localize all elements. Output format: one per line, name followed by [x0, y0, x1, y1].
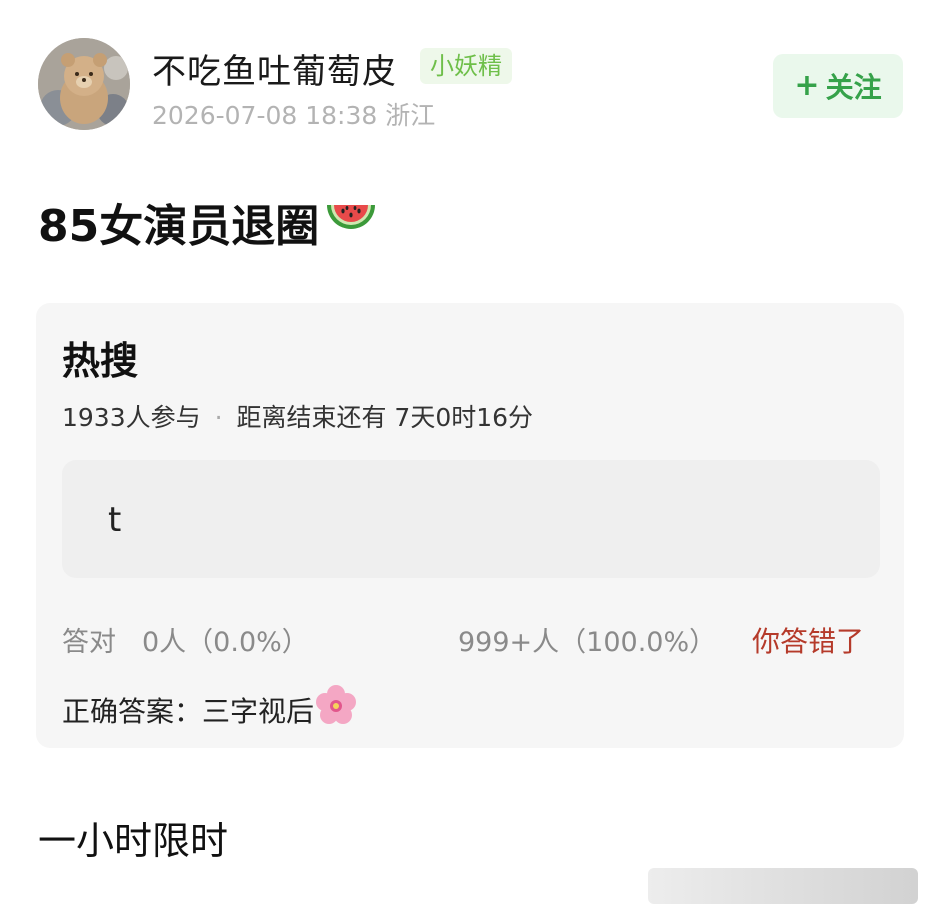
- post-body-text: 一小时限时: [38, 819, 229, 863]
- post-title: 85女演员退圈: [38, 190, 379, 254]
- post-title-text: 85女演员退圈: [38, 201, 320, 252]
- blurred-watermark: [648, 868, 918, 904]
- follow-label: 关注: [825, 71, 882, 104]
- quiz-time-left: 距离结束还有 7天0时16分: [236, 403, 534, 432]
- plus-icon: +: [794, 68, 820, 103]
- author-name[interactable]: 不吃鱼吐葡萄皮: [152, 44, 397, 93]
- answer-status: 你答错了: [752, 625, 865, 658]
- cherry-blossom-emoji: [314, 684, 358, 735]
- quiz-participants: 1933人参与: [62, 403, 201, 432]
- correct-answer-text: 正确答案：三字视后: [62, 694, 315, 728]
- author-badge: 小妖精: [420, 48, 512, 84]
- quiz-option-text: t: [108, 500, 122, 540]
- quiz-title: 热搜: [62, 339, 139, 383]
- correct-stat: 0人（0.0%）: [142, 627, 309, 658]
- avatar[interactable]: [38, 38, 130, 130]
- wrong-stat: 999+人（100.0%）: [458, 627, 717, 658]
- quiz-stats-separator: ·: [214, 403, 223, 432]
- follow-button[interactable]: + 关注: [773, 54, 903, 118]
- quiz-option[interactable]: [62, 460, 880, 578]
- result-label: 答对: [62, 627, 116, 658]
- correct-answer: 正确答案：三字视后: [62, 684, 358, 735]
- quiz-stats: 1933人参与 · 距离结束还有 7天0时16分: [62, 398, 533, 434]
- post-meta: 2026-07-08 18:38 浙江: [152, 101, 436, 130]
- bear-plush-avatar-image: [38, 38, 130, 130]
- watermelon-emoji: [323, 195, 379, 250]
